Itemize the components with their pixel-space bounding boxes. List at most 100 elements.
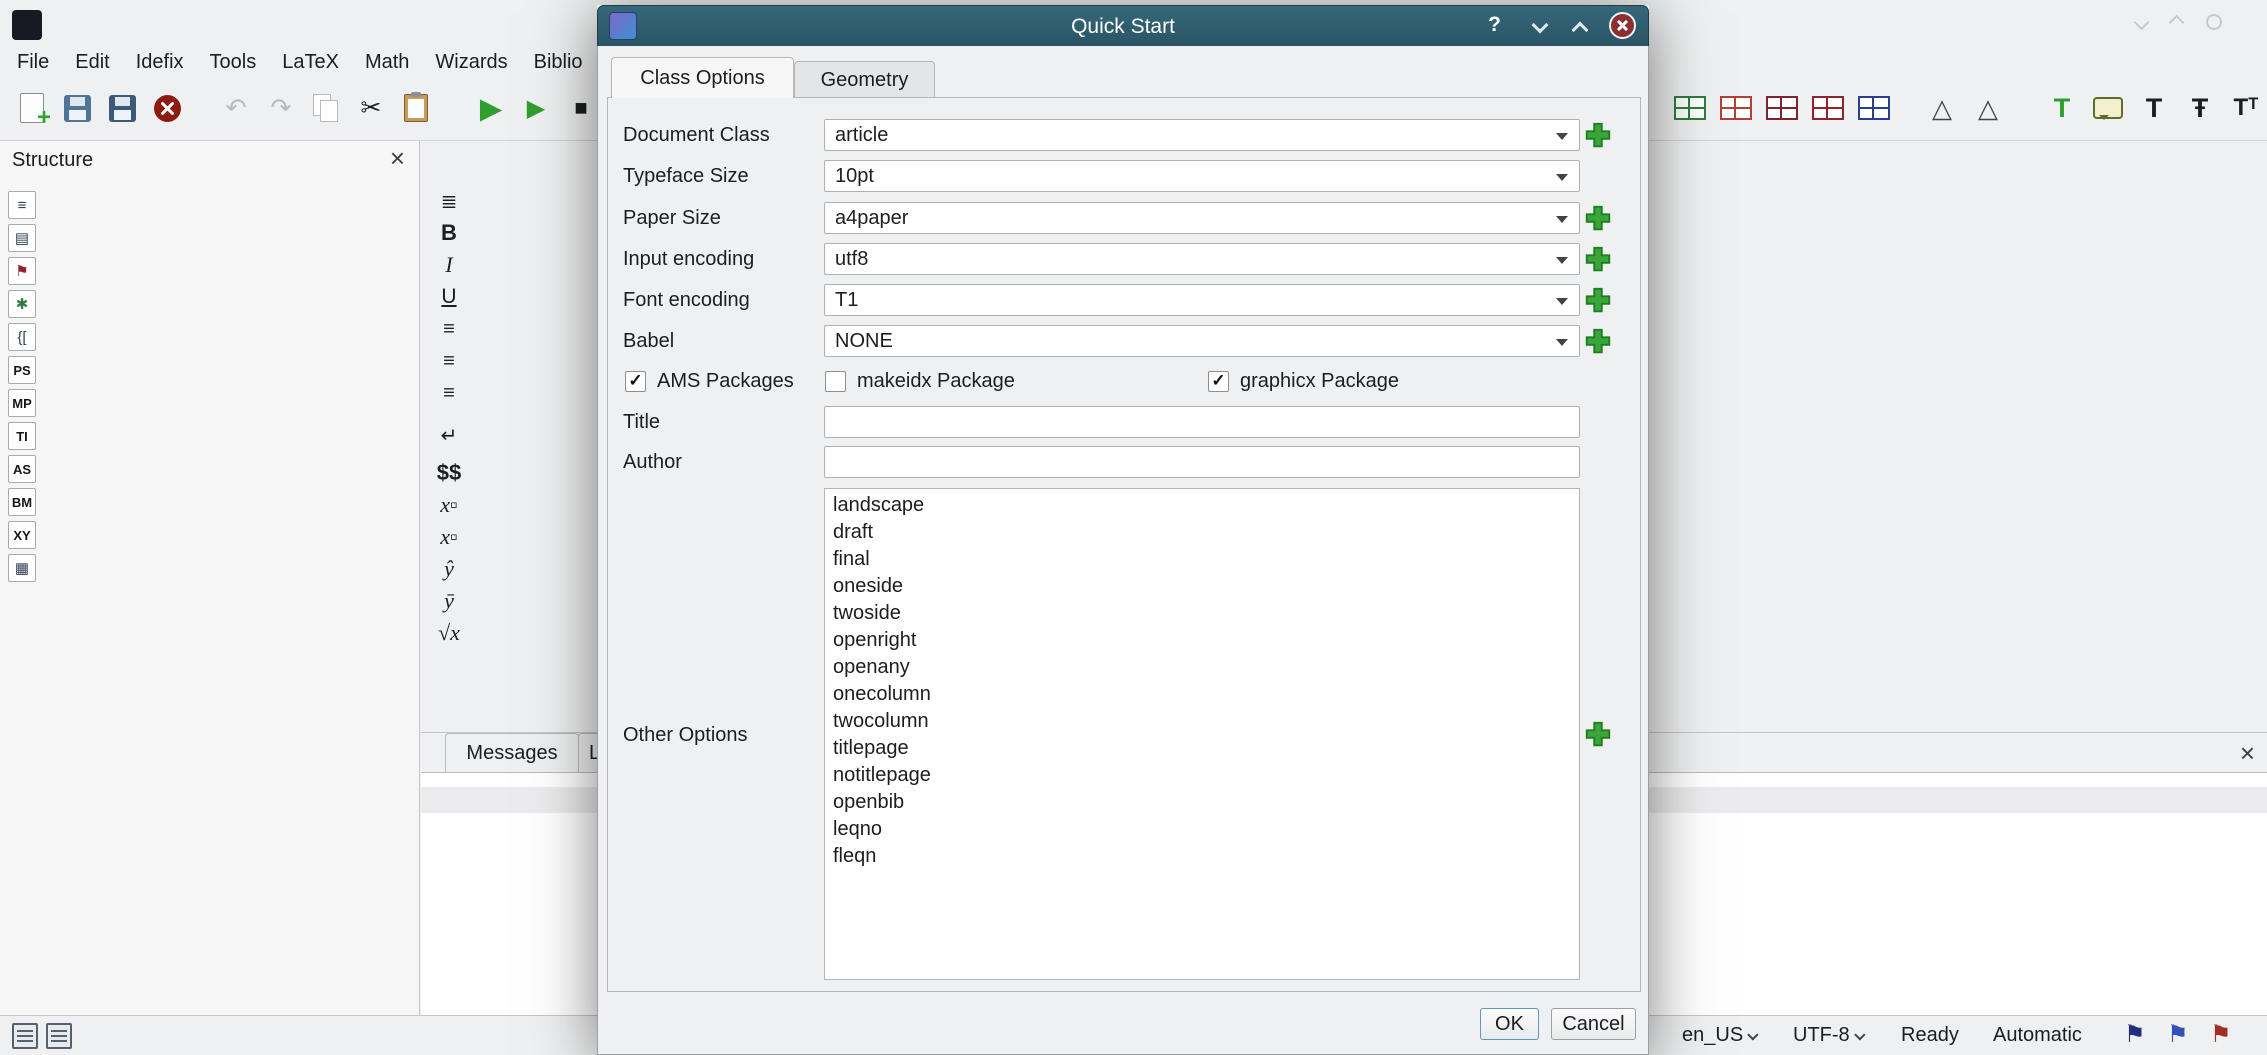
underline-icon[interactable]: U <box>432 282 466 312</box>
superscript-icon[interactable]: x▫ <box>432 522 466 552</box>
log-toggle-icon[interactable] <box>12 1023 38 1049</box>
other-option[interactable]: onecolumn <box>833 681 1579 708</box>
tikz-icon[interactable]: TI <box>8 422 36 450</box>
tab-class-options[interactable]: Class Options <box>611 57 794 98</box>
cancel-button[interactable]: Cancel <box>1551 1008 1636 1040</box>
menu-idefix[interactable]: Idefix <box>123 44 197 80</box>
tabular-wizard-icon[interactable] <box>1672 90 1708 126</box>
makeidx-package-checkbox[interactable] <box>825 371 846 392</box>
ams-packages-checkbox[interactable]: ✓ <box>625 371 646 392</box>
sectioning-icon[interactable]: ≣ <box>432 186 466 216</box>
tab-messages[interactable]: Messages <box>445 733 579 773</box>
window-close-icon[interactable] <box>2206 14 2222 30</box>
align-right-icon[interactable]: ≡ <box>432 378 466 408</box>
dialog-close-icon[interactable] <box>1609 12 1636 39</box>
italic-icon[interactable]: I <box>432 250 466 280</box>
other-option[interactable]: final <box>833 546 1579 573</box>
other-option[interactable]: landscape <box>833 492 1579 519</box>
symbols-icon[interactable]: ✱ <box>8 290 36 318</box>
bold-icon[interactable]: B <box>432 218 466 248</box>
bookmark-flag-icon[interactable]: ⚑ <box>2124 1016 2146 1054</box>
triangle-up-alt-icon[interactable]: △ <box>1970 90 2006 126</box>
other-option[interactable]: openbib <box>833 789 1579 816</box>
text-superscript-icon[interactable]: Tᵀ <box>2228 90 2264 126</box>
add-document-class-button[interactable] <box>1583 120 1613 150</box>
asymptote-icon[interactable]: AS <box>8 455 36 483</box>
other-option[interactable]: fleqn <box>833 843 1579 870</box>
stop-icon[interactable]: ■ <box>563 90 599 126</box>
font-encoding-select[interactable]: T1 <box>824 284 1580 316</box>
xypic-icon[interactable]: XY <box>8 521 36 549</box>
close-document-icon[interactable] <box>149 90 185 126</box>
document-icon[interactable]: ▤ <box>8 224 36 252</box>
align-center-icon[interactable]: ≡ <box>432 346 466 376</box>
pstricks-icon[interactable]: PS <box>8 356 36 384</box>
menu-wizards[interactable]: Wizards <box>422 44 520 80</box>
metapost-icon[interactable]: MP <box>8 389 36 417</box>
add-input-encoding-button[interactable] <box>1583 244 1613 274</box>
text-icon[interactable]: T <box>2136 90 2172 126</box>
array-wizard-icon[interactable] <box>1764 90 1800 126</box>
language-selector[interactable]: en_US <box>1682 1016 1759 1054</box>
ams-packages-option[interactable]: ✓ AMS Packages <box>625 366 794 396</box>
text-strike-icon[interactable]: Ŧ <box>2182 90 2218 126</box>
input-encoding-select[interactable]: utf8 <box>824 243 1580 275</box>
dialog-titlebar[interactable]: Quick Start ? <box>597 5 1649 46</box>
newline-icon[interactable]: ↵ <box>432 420 466 450</box>
xy-matrix-icon[interactable] <box>1856 90 1892 126</box>
other-option[interactable]: twoside <box>833 600 1579 627</box>
tab-geometry[interactable]: Geometry <box>794 61 935 98</box>
terminal-toggle-icon[interactable] <box>46 1023 72 1049</box>
bookmark-flag-icon[interactable]: ⚑ <box>2210 1016 2232 1054</box>
title-input[interactable] <box>824 406 1580 438</box>
window-unshade-icon[interactable] <box>2169 14 2185 30</box>
cut-icon[interactable]: ✂ <box>353 90 389 126</box>
bookmark-flag-icon[interactable]: ⚑ <box>2167 1016 2189 1054</box>
menu-math[interactable]: Math <box>352 44 422 80</box>
paste-icon[interactable] <box>398 90 434 126</box>
encoding-selector[interactable]: UTF-8 <box>1793 1016 1866 1054</box>
redo-icon[interactable]: ↷ <box>263 90 299 126</box>
other-option[interactable]: openright <box>833 627 1579 654</box>
structure-close-icon[interactable]: × <box>390 143 405 174</box>
add-other-option-button[interactable] <box>1583 719 1613 749</box>
save-icon[interactable] <box>59 90 95 126</box>
menu-latex[interactable]: LaTeX <box>269 44 352 80</box>
sqrt-icon[interactable]: √x <box>432 618 466 648</box>
beamer-icon[interactable]: BM <box>8 488 36 516</box>
add-babel-button[interactable] <box>1583 326 1613 356</box>
other-option[interactable]: openany <box>833 654 1579 681</box>
save-all-icon[interactable] <box>104 90 140 126</box>
menu-file[interactable]: File <box>4 44 62 80</box>
quick-build-icon[interactable]: ▶ <box>473 90 509 126</box>
structure-list-icon[interactable]: ≡ <box>8 191 36 219</box>
bookmark-icon[interactable]: ⚑ <box>8 257 36 285</box>
add-font-encoding-button[interactable] <box>1583 285 1613 315</box>
new-document-icon[interactable] <box>14 90 50 126</box>
other-option[interactable]: twocolumn <box>833 708 1579 735</box>
other-options-list[interactable]: landscape draft final oneside twoside op… <box>824 488 1580 980</box>
menu-tools[interactable]: Tools <box>197 44 270 80</box>
subscript-icon[interactable]: x▫ <box>432 490 466 520</box>
menu-edit[interactable]: Edit <box>62 44 122 80</box>
paper-size-select[interactable]: a4paper <box>824 202 1580 234</box>
align-left-icon[interactable]: ≡ <box>432 314 466 344</box>
other-option[interactable]: oneside <box>833 573 1579 600</box>
makeidx-package-option[interactable]: makeidx Package <box>825 366 1015 396</box>
undo-icon[interactable]: ↶ <box>218 90 254 126</box>
other-option[interactable]: notitlepage <box>833 762 1579 789</box>
copy-icon[interactable] <box>308 90 344 126</box>
other-option[interactable]: draft <box>833 519 1579 546</box>
bottom-panel-close-icon[interactable]: × <box>2240 733 2255 773</box>
typeface-size-select[interactable]: 10pt <box>824 160 1580 192</box>
text-color-icon[interactable]: T <box>2044 90 2080 126</box>
triangle-up-icon[interactable]: △ <box>1924 90 1960 126</box>
matrix-wizard-icon[interactable] <box>1810 90 1846 126</box>
add-paper-size-button[interactable] <box>1583 203 1613 233</box>
document-class-select[interactable]: article <box>824 119 1580 151</box>
menu-biblio[interactable]: Biblio <box>521 44 596 80</box>
other-option[interactable]: titlepage <box>833 735 1579 762</box>
ybar-icon[interactable]: ȳ <box>432 586 466 616</box>
babel-select[interactable]: NONE <box>824 325 1580 357</box>
tabbing-wizard-icon[interactable] <box>1718 90 1754 126</box>
